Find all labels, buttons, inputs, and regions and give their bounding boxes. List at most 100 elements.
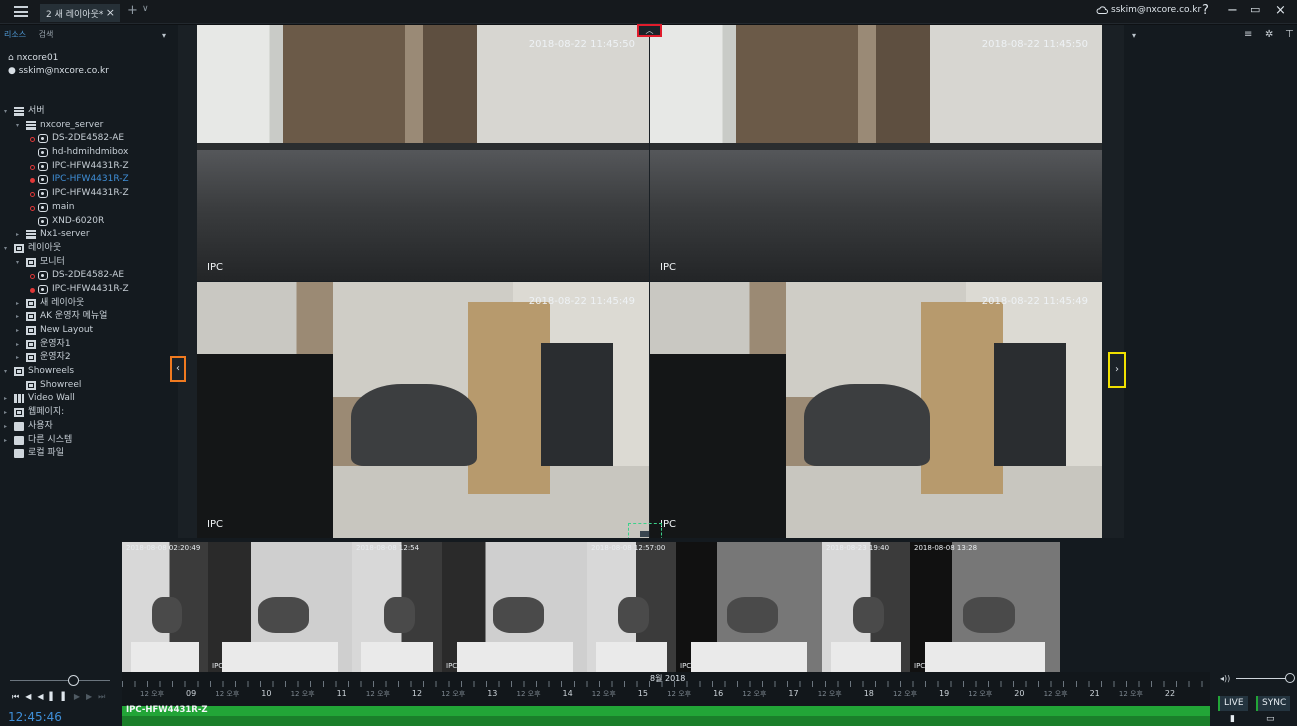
volume-knob[interactable] [1285, 673, 1295, 683]
tree-item[interactable]: hd-hdmihdmibox [0, 146, 178, 160]
recording-chunks[interactable]: IPC-HFW4431R-Z [122, 705, 1210, 716]
expand-arrow-icon[interactable]: ▾ [16, 256, 19, 270]
timeline-thumbnail[interactable]: 2018-08-23 19:40 [822, 542, 910, 672]
speed-slider[interactable] [10, 680, 110, 681]
user-account[interactable]: sskim@nxcore.co.kr [1096, 5, 1201, 15]
camera-image-cabinet [650, 353, 786, 538]
expand-arrow-icon[interactable]: ▾ [16, 119, 19, 133]
collapse-arrow-icon[interactable]: ▸ [4, 392, 7, 406]
collapse-arrow-icon[interactable]: ▸ [4, 406, 7, 420]
pin-icon[interactable]: ▾ [162, 31, 166, 40]
tree-item[interactable]: ▸ 운영자2 [0, 351, 178, 365]
timeline-thumbnail[interactable]: 2018-08-08 02:20:49 [122, 542, 208, 672]
video-tile[interactable]: 2018-08-22 11:45:49 IPC [197, 282, 649, 538]
timeline-thumbnail[interactable]: IPC [442, 542, 587, 672]
volume-icon[interactable]: ◂)) [1220, 674, 1230, 683]
collapse-arrow-icon[interactable]: ▸ [16, 297, 19, 311]
live-button[interactable]: LIVE [1218, 696, 1248, 711]
tree-item[interactable]: 로컬 파일 [0, 447, 178, 461]
calendar-icon[interactable]: ▭ [1266, 714, 1275, 724]
collapse-arrow-icon[interactable]: ▸ [16, 338, 19, 352]
tree-item[interactable]: DS-2DE4582-AE [0, 132, 178, 146]
tree-item[interactable]: ▸ New Layout [0, 324, 178, 338]
video-tile[interactable]: 2018-08-22 11:45:50 IPC [197, 25, 649, 281]
tree-item[interactable]: ▾ 모니터 [0, 256, 178, 270]
restore-button[interactable]: ▭ [1250, 3, 1260, 16]
tree-item[interactable]: IPC-HFW4431R-Z [0, 283, 178, 297]
bookmark-icon[interactable]: ▮ [1230, 714, 1235, 724]
system-row[interactable]: ⌂ nxcore01 [8, 52, 109, 65]
tree-item[interactable]: ▸ Video Wall [0, 392, 178, 406]
tree-item[interactable]: ▾ 서버 [0, 105, 178, 119]
tree-item[interactable]: ▸ 새 레이아웃 [0, 297, 178, 311]
collapse-arrow-icon[interactable]: ▸ [4, 420, 7, 434]
next-icon[interactable]: ⏭ [98, 692, 111, 701]
camera-icon [38, 161, 48, 171]
tree-item[interactable]: ▸ 운영자1 [0, 338, 178, 352]
video-tile[interactable]: 2018-08-22 11:45:50 IPC [650, 25, 1102, 281]
gear-icon[interactable]: ✲ [1265, 29, 1273, 40]
tree-item[interactable]: ▸ 웹페이지: [0, 406, 178, 420]
timeline-thumbnail[interactable]: IPC [208, 542, 352, 672]
tree-item[interactable]: Showreel [0, 379, 178, 393]
tree-item[interactable]: IPC-HFW4431R-Z [0, 187, 178, 201]
timeline-thumbnails[interactable]: 2018-08-08 02:20:49 IPC 2018-08-08 12:54 IP… [0, 538, 1297, 672]
tree-item[interactable]: ▸ 다른 시스템 [0, 434, 178, 448]
timeline-thumbnail[interactable]: 2018-08-08 13:28 IPC [910, 542, 1060, 672]
speed-slider-knob[interactable] [68, 675, 79, 686]
sync-button[interactable]: SYNC [1256, 696, 1291, 711]
tab-menu-button[interactable]: ∨ [142, 4, 149, 14]
list-icon[interactable]: ≡ [1244, 29, 1252, 40]
hour-ampm-text: 12 오후 [441, 690, 466, 698]
volume-slider[interactable] [1236, 678, 1286, 679]
collapse-title-bar-handle[interactable]: ︿ [637, 24, 662, 37]
tree-item[interactable]: ▸ AK 운영자 메뉴얼 [0, 310, 178, 324]
camera-icon [38, 271, 48, 281]
collapse-arrow-icon[interactable]: ▸ [16, 228, 19, 242]
close-button[interactable]: × [1275, 3, 1286, 18]
tree-item[interactable]: ▸ 사용자 [0, 420, 178, 434]
tree-item[interactable]: ▾ nxcore_server [0, 119, 178, 133]
timeline-thumbnail[interactable]: IPC [676, 542, 822, 672]
timeline-thumbnail[interactable]: 2018-08-08 12:54 [352, 542, 442, 672]
forward-icon[interactable]: ▶▶ [74, 692, 98, 701]
tab-search[interactable]: 검색 [39, 30, 54, 39]
collapse-arrow-icon[interactable]: ▸ [16, 324, 19, 338]
tree-item[interactable]: IPC-HFW4431R-Z [0, 160, 178, 174]
collapse-left-panel-handle[interactable]: ‹ [170, 356, 186, 382]
filter-icon[interactable]: ⊤ [1285, 29, 1294, 40]
tree-item[interactable]: IPC-HFW4431R-Z [0, 173, 178, 187]
recording-chunks-lower[interactable] [122, 716, 1210, 726]
expand-arrow-icon[interactable]: ▾ [4, 242, 7, 256]
expand-arrow-icon[interactable]: ▾ [4, 365, 7, 379]
collapse-arrow-icon[interactable]: ▸ [16, 310, 19, 324]
tab-close-icon[interactable]: × [106, 6, 115, 19]
collapse-right-panel-handle[interactable]: › [1108, 352, 1126, 388]
timeline-thumbnail[interactable]: 2018-08-08 12:57:00 [587, 542, 676, 672]
tree-item[interactable]: ▾ 레이아웃 [0, 242, 178, 256]
tree-item[interactable]: ▾ Showreels [0, 365, 178, 379]
pause-icon[interactable]: ▌▌ [50, 692, 74, 701]
tab-resources[interactable]: 리소스 [4, 30, 26, 39]
tree-item[interactable]: DS-2DE4582-AE [0, 269, 178, 283]
user-row[interactable]: ● sskim@nxcore.co.kr [8, 65, 109, 78]
tree-item[interactable]: ▸ Nx1-server [0, 228, 178, 242]
tree-item[interactable]: XND-6020R [0, 215, 178, 229]
video-tile[interactable]: 2018-08-22 11:45:49 IPC [650, 282, 1102, 538]
tile-timestamp: 2018-08-22 11:45:50 [981, 39, 1088, 50]
tree-item[interactable]: main [0, 201, 178, 215]
new-tab-button[interactable]: + [127, 3, 138, 18]
layout-tab[interactable]: 2 새 레이아웃* × [40, 4, 120, 22]
minimize-button[interactable]: − [1227, 3, 1238, 18]
main-menu-icon[interactable] [14, 6, 28, 17]
user-email: sskim@nxcore.co.kr [1111, 5, 1202, 15]
pin-icon[interactable]: ▾ [1132, 31, 1136, 40]
collapse-arrow-icon[interactable]: ▸ [16, 351, 19, 365]
video-scene: 2018-08-22 11:45:50 IPC 2018-08-22 11:45… [178, 25, 1124, 538]
help-button[interactable]: ? [1202, 3, 1209, 18]
rewind-icon[interactable]: ◀◀ [25, 692, 49, 701]
collapse-arrow-icon[interactable]: ▸ [4, 434, 7, 448]
previous-icon[interactable]: ⏮ [12, 692, 25, 701]
expand-arrow-icon[interactable]: ▾ [4, 105, 7, 119]
timeline-ruler[interactable]: 8월 2018 12 오후 09 12 오후 10 12 오후 11 12 오후 12 12 오… [122, 672, 1210, 707]
